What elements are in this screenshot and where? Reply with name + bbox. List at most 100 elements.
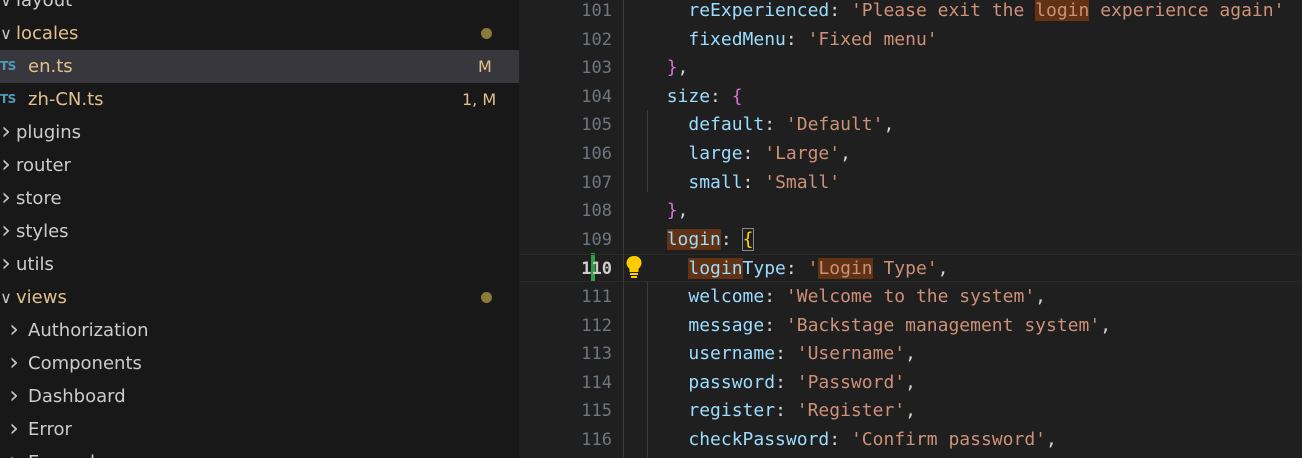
code-token: 'Small' bbox=[764, 171, 841, 193]
chevron-down-icon[interactable]: ∨ bbox=[0, 281, 12, 314]
code-editor[interactable]: 101 reExperienced: 'Please exit the logi… bbox=[519, 0, 1302, 458]
explorer-item-label: Components bbox=[28, 353, 142, 374]
explorer-item-styles[interactable]: › styles bbox=[0, 215, 519, 248]
code-token: register bbox=[688, 400, 776, 422]
chevron-right-icon[interactable]: › bbox=[8, 380, 20, 413]
line-number: 103 bbox=[581, 58, 612, 79]
code-line[interactable]: 103 }, bbox=[519, 54, 1302, 82]
chevron-right-icon[interactable]: › bbox=[0, 116, 12, 149]
explorer-item-dashboard[interactable]: › Dashboard bbox=[0, 380, 519, 413]
git-status-badge: M bbox=[478, 57, 492, 76]
explorer-item-store[interactable]: › store bbox=[0, 182, 519, 215]
code-line[interactable]: 116 checkPassword: 'Confirm password', bbox=[519, 426, 1302, 454]
code-token: : bbox=[764, 314, 786, 336]
code-token: : bbox=[742, 171, 765, 193]
line-number: 105 bbox=[581, 115, 612, 136]
code-line[interactable]: 114 password: 'Password', bbox=[519, 369, 1302, 397]
code-token: 'Username' bbox=[796, 343, 906, 365]
code-token: 'Register' bbox=[796, 400, 906, 422]
explorer-item-example[interactable]: › Example bbox=[0, 446, 519, 458]
line-number: 111 bbox=[581, 287, 612, 307]
code-token: 'Backstage management system' bbox=[785, 314, 1101, 336]
chevron-right-icon[interactable]: › bbox=[8, 446, 20, 458]
code-token: : bbox=[829, 0, 851, 21]
code-token: : bbox=[710, 85, 732, 107]
code-token: : bbox=[775, 400, 797, 422]
line-number: 115 bbox=[581, 401, 612, 422]
chevron-down-icon[interactable]: ∨ bbox=[0, 0, 12, 17]
typescript-file-icon: TS bbox=[0, 59, 16, 73]
explorer-item-label: views bbox=[16, 287, 67, 308]
explorer-item-label: Dashboard bbox=[28, 386, 126, 407]
code-content: register: 'Register', bbox=[645, 397, 916, 425]
code-line[interactable]: 112 message: 'Backstage management syste… bbox=[519, 312, 1302, 340]
code-line[interactable]: 107 small: 'Small' bbox=[519, 169, 1302, 197]
chevron-right-icon[interactable]: › bbox=[8, 314, 20, 347]
code-token: : bbox=[785, 258, 808, 280]
code-line[interactable]: 109 login: { bbox=[519, 226, 1302, 254]
chevron-right-icon[interactable]: › bbox=[8, 413, 20, 446]
code-token: 'Password' bbox=[796, 371, 906, 393]
code-token: : bbox=[720, 228, 743, 250]
indent-guide bbox=[623, 0, 624, 458]
code-line[interactable]: 106 large: 'Large', bbox=[519, 140, 1302, 168]
explorer-item-en-ts[interactable]: TS en.ts M bbox=[0, 50, 519, 83]
line-number: 113 bbox=[581, 344, 612, 365]
explorer-item-error[interactable]: › Error bbox=[0, 413, 519, 446]
code-line[interactable]: 105 default: 'Default', bbox=[519, 111, 1302, 139]
explorer-item-router[interactable]: › router bbox=[0, 149, 519, 182]
code-token: , bbox=[905, 400, 916, 422]
explorer-item-label: router bbox=[16, 155, 71, 176]
explorer-item-views[interactable]: ∨ views bbox=[0, 281, 519, 314]
explorer-item-label: zh-CN.ts bbox=[28, 89, 104, 110]
chevron-right-icon[interactable]: › bbox=[0, 149, 12, 182]
explorer-item-components[interactable]: › Components bbox=[0, 347, 519, 380]
git-status-badge: 1, M bbox=[462, 90, 497, 109]
explorer-item-zh-cn-ts[interactable]: TS zh-CN.ts 1, M bbox=[0, 83, 519, 116]
explorer-item-label: styles bbox=[16, 221, 69, 242]
explorer-item-authorization[interactable]: › Authorization bbox=[0, 314, 519, 347]
code-token: small bbox=[688, 171, 743, 193]
explorer-item-label: Error bbox=[28, 419, 72, 440]
line-number: 101 bbox=[581, 1, 612, 21]
code-line[interactable]: 115 register: 'Register', bbox=[519, 397, 1302, 425]
code-line[interactable]: 101 reExperienced: 'Please exit the logi… bbox=[519, 0, 1302, 25]
code-token: : bbox=[742, 143, 765, 164]
code-token: Login bbox=[818, 258, 873, 280]
code-line[interactable]: 110 loginType: 'Login Type', bbox=[519, 254, 1302, 283]
explorer-item-utils[interactable]: › utils bbox=[0, 248, 519, 281]
code-token: , bbox=[905, 371, 916, 393]
code-content: size: { bbox=[645, 83, 743, 111]
explorer-item-locales[interactable]: ∨ locales bbox=[0, 17, 519, 50]
code-token: 'Welcome to the system' bbox=[785, 286, 1036, 307]
code-token: , bbox=[840, 143, 851, 164]
code-token: , bbox=[1035, 286, 1046, 307]
chevron-right-icon[interactable]: › bbox=[0, 215, 12, 248]
chevron-right-icon[interactable]: › bbox=[0, 248, 12, 281]
code-token: checkPassword bbox=[688, 429, 830, 450]
code-content: }, bbox=[645, 54, 689, 82]
code-line[interactable]: 113 username: 'Username', bbox=[519, 340, 1302, 368]
explorer-item-label: locales bbox=[16, 23, 79, 44]
code-line[interactable]: 108 }, bbox=[519, 197, 1302, 225]
chevron-right-icon[interactable]: › bbox=[8, 347, 20, 380]
chevron-down-icon[interactable]: ∨ bbox=[0, 17, 12, 50]
code-line[interactable]: 102 fixedMenu: 'Fixed menu' bbox=[519, 26, 1302, 54]
explorer-item-layout[interactable]: ∨ layout bbox=[0, 0, 519, 17]
explorer-item-plugins[interactable]: › plugins bbox=[0, 116, 519, 149]
code-line[interactable]: 111 welcome: 'Welcome to the system', bbox=[519, 283, 1302, 311]
code-token: : bbox=[829, 429, 851, 450]
code-content: login: { bbox=[645, 226, 755, 254]
code-line[interactable]: 104 size: { bbox=[519, 83, 1302, 111]
chevron-right-icon[interactable]: › bbox=[0, 182, 12, 215]
code-token: large bbox=[688, 143, 743, 164]
